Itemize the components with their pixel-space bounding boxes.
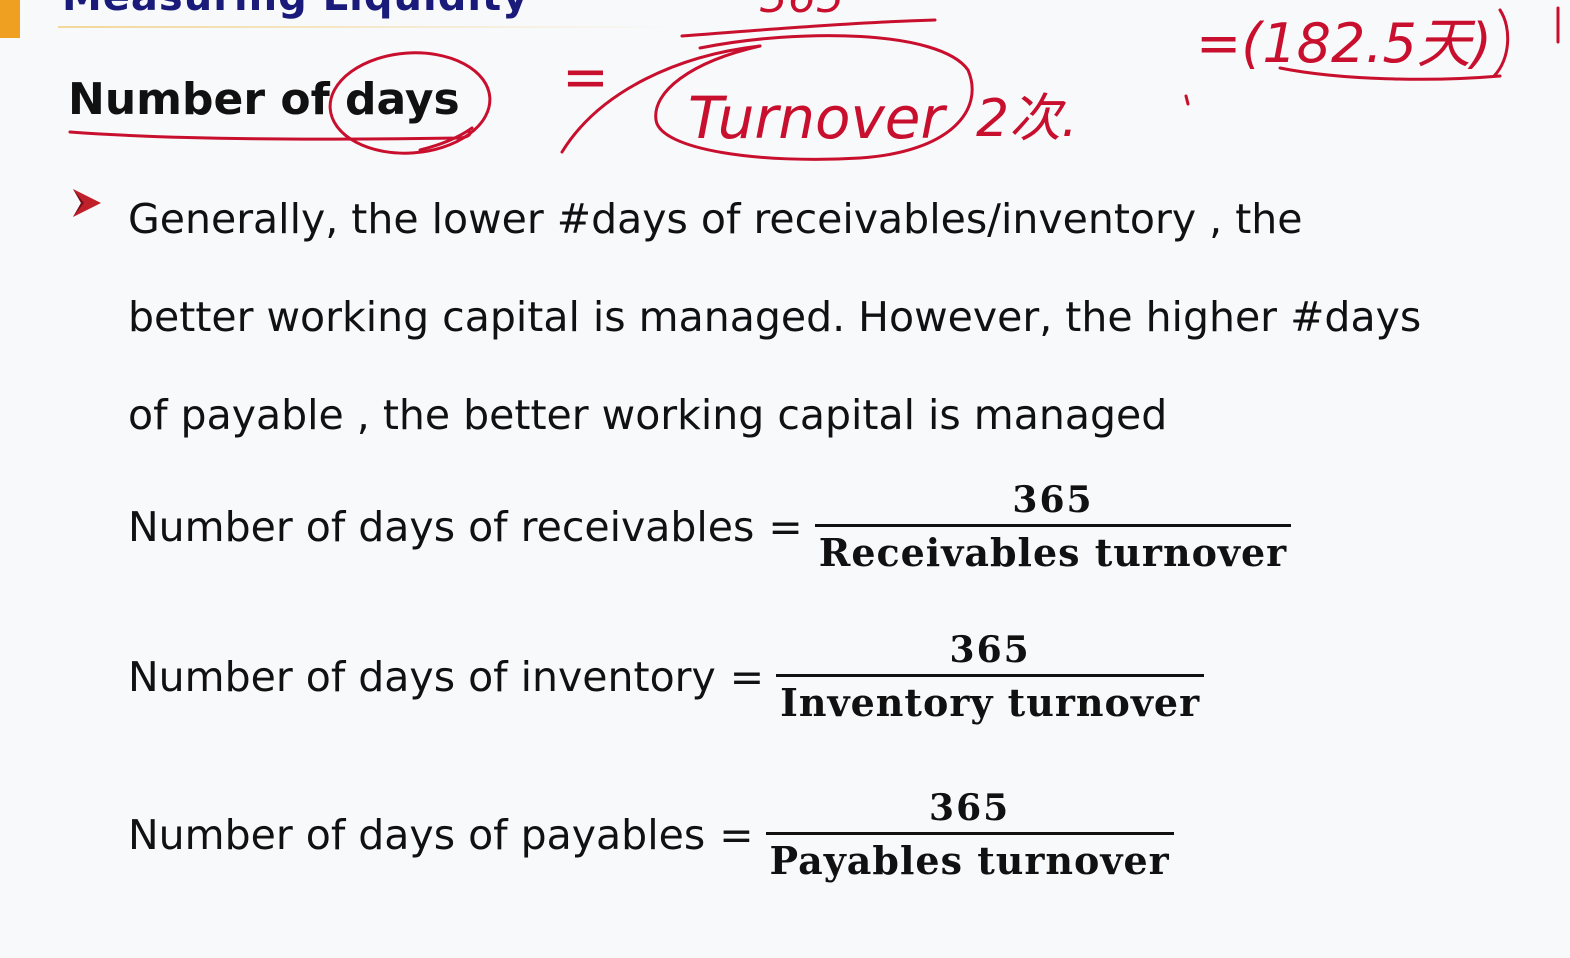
paragraph-line: better working capital is managed. Howev… <box>128 293 1422 341</box>
ink-result-bracket <box>1278 8 1510 81</box>
slide: Measuring Liquidity Number of days Gener… <box>0 0 1570 958</box>
ink-turnover: Turnover <box>688 84 947 152</box>
fraction-bar <box>814 524 1292 527</box>
ink-underline <box>68 129 472 141</box>
slide-title: Measuring Liquidity <box>62 0 529 20</box>
formula-label: Number of days of payables <box>128 810 706 859</box>
ink-stroke <box>560 44 762 154</box>
fraction-denominator: Receivables turnover <box>818 530 1288 575</box>
fraction: 365 Payables turnover <box>765 786 1174 883</box>
equals-sign: = <box>729 652 765 701</box>
ink-times: 2次. <box>976 89 1078 149</box>
header-divider <box>58 26 678 28</box>
fraction-bar <box>765 832 1174 835</box>
formula-inventory: Number of days of inventory = 365 Invent… <box>128 628 1205 725</box>
formula-receivables: Number of days of receivables = 365 Rece… <box>128 478 1292 575</box>
formula-label: Number of days of inventory <box>128 652 716 701</box>
fraction-denominator: Inventory turnover <box>780 680 1201 725</box>
fraction-numerator: 365 <box>1012 479 1094 521</box>
bullet-paragraph: Generally, the lower #days of receivable… <box>128 170 1528 464</box>
paragraph-line: Generally, the lower #days of receivable… <box>128 195 1303 243</box>
equals-sign: = <box>719 810 754 859</box>
paragraph-line: of payable , the better working capital … <box>128 391 1168 439</box>
arrow-bullet-icon <box>73 189 101 217</box>
ink-equals: = <box>562 45 609 110</box>
section-heading: Number of days <box>68 74 460 125</box>
formula-label: Number of days of receivables <box>128 502 755 551</box>
fraction: 365 Receivables turnover <box>814 478 1292 575</box>
fraction-numerator: 365 <box>929 787 1011 829</box>
ink-circle-turnover <box>654 34 974 161</box>
ink-dot <box>1184 94 1190 106</box>
fraction-denominator: Payables turnover <box>769 838 1170 883</box>
fraction-bar <box>776 674 1205 677</box>
ink-tick <box>418 126 474 152</box>
fraction-numerator: 365 <box>949 629 1031 671</box>
formula-payables: Number of days of payables = 365 Payable… <box>128 786 1174 883</box>
ink-top-number: 365 <box>760 0 844 23</box>
fraction: 365 Inventory turnover <box>776 628 1205 725</box>
equals-sign: = <box>768 502 803 551</box>
ink-result: =(182.5天) <box>1196 12 1492 75</box>
ink-fraction-line <box>680 18 937 38</box>
header-accent-bar <box>0 0 20 38</box>
